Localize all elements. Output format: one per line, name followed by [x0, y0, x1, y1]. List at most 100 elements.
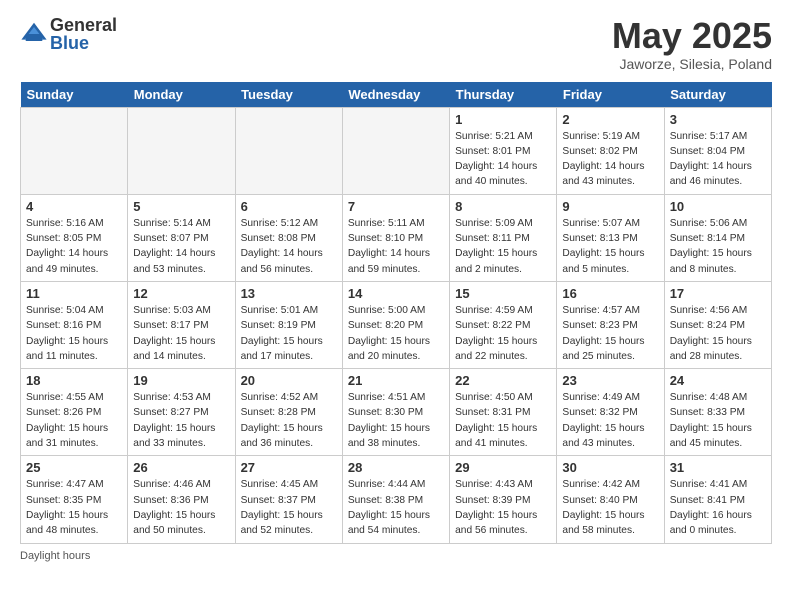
- logo-blue: Blue: [50, 34, 117, 52]
- cell-3-4: 22 Sunrise: 4:50 AM Sunset: 8:31 PM Dayli…: [450, 369, 557, 456]
- day-info: Sunrise: 5:06 AM Sunset: 8:14 PM Dayligh…: [670, 216, 766, 277]
- footer-note: Daylight hours: [20, 550, 772, 562]
- day-number: 14: [348, 286, 444, 301]
- day-number: 21: [348, 373, 444, 388]
- cell-3-0: 18Sunrise: 4:55 AM Sunset: 8:26 PM Dayli…: [21, 369, 128, 456]
- cell-4-3: 28Sunrise: 4:44 AM Sunset: 8:38 PM Dayli…: [342, 456, 449, 543]
- cell-2-0: 11 Sunrise: 5:04 AM Sunset: 8:16 PM Dayli…: [21, 281, 128, 368]
- cell-4-1: 26Sunrise: 4:46 AM Sunset: 8:36 PM Dayli…: [128, 456, 235, 543]
- day-info: Sunrise: 4:51 AM Sunset: 8:30 PM Dayligh…: [348, 390, 444, 451]
- day-number: 20: [241, 373, 337, 388]
- logo: General Blue: [20, 16, 117, 52]
- day-info: Sunrise: 5:14 AM Sunset: 8:07 PM Dayligh…: [133, 216, 229, 277]
- day-number: 13: [241, 286, 337, 301]
- cell-3-2: 20 Sunrise: 4:52 AM Sunset: 8:28 PM Dayli…: [235, 369, 342, 456]
- day-info: Sunrise: 4:41 AM Sunset: 8:41 PM Dayligh…: [670, 477, 766, 538]
- day-info: Sunrise: 4:56 AM Sunset: 8:24 PM Dayligh…: [670, 303, 766, 364]
- cell-3-6: 24 Sunrise: 4:48 AM Sunset: 8:33 PM Dayli…: [664, 369, 771, 456]
- cell-1-5: 9Sunrise: 5:07 AM Sunset: 8:13 PM Daylig…: [557, 194, 664, 281]
- day-info: Sunrise: 4:49 AM Sunset: 8:32 PM Dayligh…: [562, 390, 658, 451]
- cell-1-6: 10Sunrise: 5:06 AM Sunset: 8:14 PM Dayli…: [664, 194, 771, 281]
- day-number: 29: [455, 460, 551, 475]
- logo-general: General: [50, 16, 117, 34]
- day-number: 1: [455, 112, 551, 127]
- cell-0-1: [128, 107, 235, 194]
- cell-0-6: 3 Sunrise: 5:17 AM Sunset: 8:04 PM Daylig…: [664, 107, 771, 194]
- cell-4-5: 30 Sunrise: 4:42 AM Sunset: 8:40 PM Dayli…: [557, 456, 664, 543]
- logo-icon: [20, 20, 48, 48]
- day-info: Sunrise: 5:12 AM Sunset: 8:08 PM Dayligh…: [241, 216, 337, 277]
- day-info: Sunrise: 5:11 AM Sunset: 8:10 PM Dayligh…: [348, 216, 444, 277]
- day-number: 25: [26, 460, 122, 475]
- cell-2-4: 15Sunrise: 4:59 AM Sunset: 8:22 PM Dayli…: [450, 281, 557, 368]
- cell-2-3: 14 Sunrise: 5:00 AM Sunset: 8:20 PM Dayli…: [342, 281, 449, 368]
- col-sunday: Sunday: [21, 82, 128, 108]
- day-info: Sunrise: 4:57 AM Sunset: 8:23 PM Dayligh…: [562, 303, 658, 364]
- day-info: Sunrise: 5:00 AM Sunset: 8:20 PM Dayligh…: [348, 303, 444, 364]
- day-info: Sunrise: 5:16 AM Sunset: 8:05 PM Dayligh…: [26, 216, 122, 277]
- day-number: 18: [26, 373, 122, 388]
- day-info: Sunrise: 4:50 AM Sunset: 8:31 PM Dayligh…: [455, 390, 551, 451]
- cell-0-3: [342, 107, 449, 194]
- col-thursday: Thursday: [450, 82, 557, 108]
- day-number: 3: [670, 112, 766, 127]
- day-number: 4: [26, 199, 122, 214]
- cell-4-2: 27 Sunrise: 4:45 AM Sunset: 8:37 PM Dayli…: [235, 456, 342, 543]
- cell-1-2: 6 Sunrise: 5:12 AM Sunset: 8:08 PM Daylig…: [235, 194, 342, 281]
- day-info: Sunrise: 5:03 AM Sunset: 8:17 PM Dayligh…: [133, 303, 229, 364]
- cell-0-5: 2 Sunrise: 5:19 AM Sunset: 8:02 PM Daylig…: [557, 107, 664, 194]
- cell-3-3: 21 Sunrise: 4:51 AM Sunset: 8:30 PM Dayli…: [342, 369, 449, 456]
- day-number: 30: [562, 460, 658, 475]
- cell-1-3: 7 Sunrise: 5:11 AM Sunset: 8:10 PM Daylig…: [342, 194, 449, 281]
- col-tuesday: Tuesday: [235, 82, 342, 108]
- day-info: Sunrise: 4:59 AM Sunset: 8:22 PM Dayligh…: [455, 303, 551, 364]
- day-number: 6: [241, 199, 337, 214]
- col-monday: Monday: [128, 82, 235, 108]
- location: Jaworze, Silesia, Poland: [612, 56, 772, 72]
- week-row-4: 18Sunrise: 4:55 AM Sunset: 8:26 PM Dayli…: [21, 369, 772, 456]
- day-number: 19: [133, 373, 229, 388]
- day-info: Sunrise: 4:47 AM Sunset: 8:35 PM Dayligh…: [26, 477, 122, 538]
- title-block: May 2025 Jaworze, Silesia, Poland: [612, 16, 772, 72]
- day-info: Sunrise: 4:52 AM Sunset: 8:28 PM Dayligh…: [241, 390, 337, 451]
- day-info: Sunrise: 5:19 AM Sunset: 8:02 PM Dayligh…: [562, 129, 658, 190]
- cell-0-4: 1Sunrise: 5:21 AM Sunset: 8:01 PM Daylig…: [450, 107, 557, 194]
- day-info: Sunrise: 4:43 AM Sunset: 8:39 PM Dayligh…: [455, 477, 551, 538]
- week-row-1: 1Sunrise: 5:21 AM Sunset: 8:01 PM Daylig…: [21, 107, 772, 194]
- cell-0-0: [21, 107, 128, 194]
- day-info: Sunrise: 5:04 AM Sunset: 8:16 PM Dayligh…: [26, 303, 122, 364]
- logo-text: General Blue: [50, 16, 117, 52]
- day-number: 27: [241, 460, 337, 475]
- day-number: 24: [670, 373, 766, 388]
- day-number: 11: [26, 286, 122, 301]
- header: General Blue May 2025 Jaworze, Silesia, …: [20, 16, 772, 72]
- cell-1-1: 5 Sunrise: 5:14 AM Sunset: 8:07 PM Daylig…: [128, 194, 235, 281]
- day-number: 16: [562, 286, 658, 301]
- day-number: 5: [133, 199, 229, 214]
- day-info: Sunrise: 4:46 AM Sunset: 8:36 PM Dayligh…: [133, 477, 229, 538]
- cell-3-5: 23 Sunrise: 4:49 AM Sunset: 8:32 PM Dayli…: [557, 369, 664, 456]
- cell-1-4: 8Sunrise: 5:09 AM Sunset: 8:11 PM Daylig…: [450, 194, 557, 281]
- cell-2-5: 16 Sunrise: 4:57 AM Sunset: 8:23 PM Dayli…: [557, 281, 664, 368]
- day-info: Sunrise: 4:44 AM Sunset: 8:38 PM Dayligh…: [348, 477, 444, 538]
- cell-2-2: 13Sunrise: 5:01 AM Sunset: 8:19 PM Dayli…: [235, 281, 342, 368]
- cell-1-0: 4 Sunrise: 5:16 AM Sunset: 8:05 PM Daylig…: [21, 194, 128, 281]
- cell-2-6: 17Sunrise: 4:56 AM Sunset: 8:24 PM Dayli…: [664, 281, 771, 368]
- cell-4-0: 25 Sunrise: 4:47 AM Sunset: 8:35 PM Dayli…: [21, 456, 128, 543]
- calendar-table: Sunday Monday Tuesday Wednesday Thursday…: [20, 82, 772, 544]
- day-number: 23: [562, 373, 658, 388]
- day-info: Sunrise: 5:09 AM Sunset: 8:11 PM Dayligh…: [455, 216, 551, 277]
- day-number: 31: [670, 460, 766, 475]
- day-info: Sunrise: 4:42 AM Sunset: 8:40 PM Dayligh…: [562, 477, 658, 538]
- day-number: 7: [348, 199, 444, 214]
- col-wednesday: Wednesday: [342, 82, 449, 108]
- day-info: Sunrise: 4:48 AM Sunset: 8:33 PM Dayligh…: [670, 390, 766, 451]
- week-row-5: 25 Sunrise: 4:47 AM Sunset: 8:35 PM Dayli…: [21, 456, 772, 543]
- day-info: Sunrise: 4:45 AM Sunset: 8:37 PM Dayligh…: [241, 477, 337, 538]
- header-row: Sunday Monday Tuesday Wednesday Thursday…: [21, 82, 772, 108]
- day-number: 2: [562, 112, 658, 127]
- day-number: 22: [455, 373, 551, 388]
- day-info: Sunrise: 5:17 AM Sunset: 8:04 PM Dayligh…: [670, 129, 766, 190]
- cell-2-1: 12Sunrise: 5:03 AM Sunset: 8:17 PM Dayli…: [128, 281, 235, 368]
- page: General Blue May 2025 Jaworze, Silesia, …: [0, 0, 792, 572]
